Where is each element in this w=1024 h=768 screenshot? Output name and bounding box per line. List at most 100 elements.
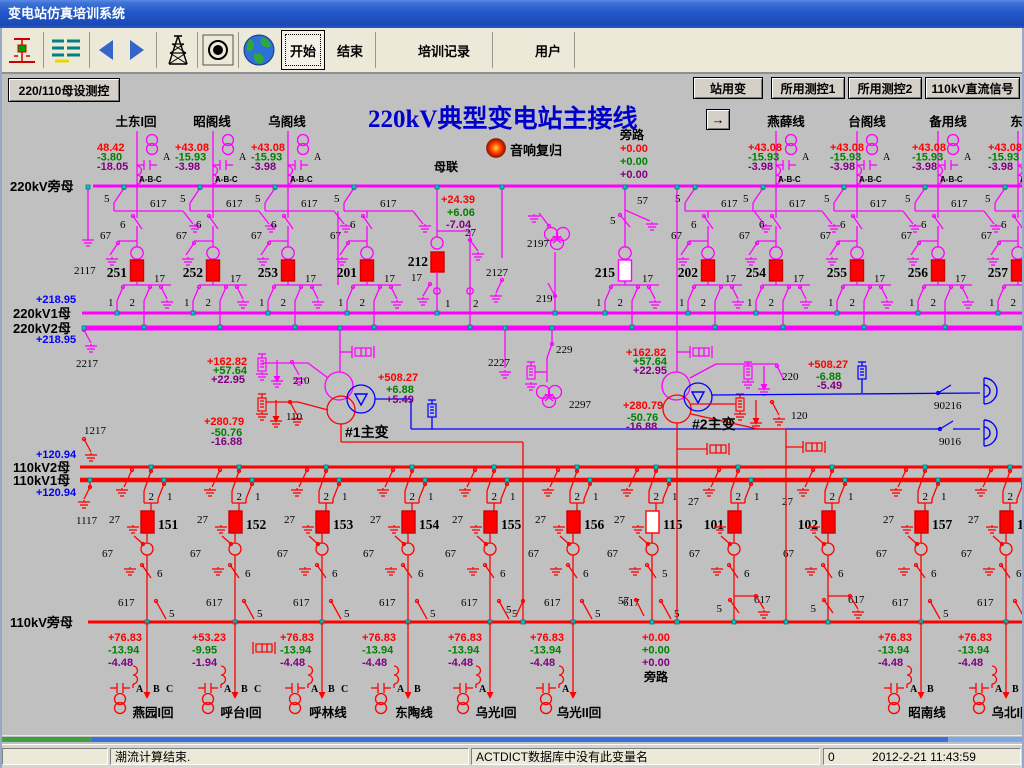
diagram-label: A [314,152,322,163]
dc-signal-button[interactable]: 110kV直流信号 [925,77,1020,99]
junction-dot [345,311,349,315]
junction-dot [916,311,920,315]
bay-name: 燕园I回 [133,705,174,720]
breaker-157[interactable] [915,511,928,533]
breaker-number: 152 [246,517,267,532]
junction-dot [675,185,679,189]
breaker-212[interactable] [431,252,444,272]
breaker-254[interactable] [770,260,783,281]
tower-button[interactable] [160,30,196,70]
diagram-area: 土东I回48.42-3.80-18.05AA-B-C56176672511712… [0,72,1024,736]
breaker-152[interactable] [229,511,242,533]
measurement-value: +76.83 [530,632,564,644]
diagram-label: 旁路 [619,127,645,142]
diagram-label: 2 [618,297,624,309]
substation-oneline-svg[interactable]: 土东I回48.42-3.80-18.05AA-B-C56176672511712… [0,72,1024,736]
breaker-102[interactable] [822,511,835,533]
junction-dot [761,185,765,189]
diagram-label: 2227 [488,357,511,369]
diagram-label: 617 [150,198,167,210]
bay-name: 乌光I回 [476,705,517,720]
breaker-101[interactable] [728,511,741,533]
station-transformer-button[interactable]: 站用变 [693,77,763,99]
diagram-label: 210 [293,375,310,387]
diagram-label: 617 [951,198,968,210]
aux-measure1-button[interactable]: 所用测控1 [771,77,845,99]
diagram-label: +22.95 [211,374,245,386]
start-button[interactable]: 开始 [281,30,325,70]
measurement-value: -4.48 [448,657,473,669]
breaker-154[interactable] [402,511,415,533]
globe-button[interactable] [240,30,278,70]
measurement-value: +76.83 [362,632,396,644]
junction-dot [603,311,607,315]
diagram-label: 5 [595,608,601,620]
measurement-value: -3.98 [251,161,276,173]
breaker-202[interactable] [702,260,715,281]
breaker-number: 254 [746,265,767,280]
junction-dot [923,185,927,189]
diagram-label: 617 [892,597,909,609]
diagram-label: 5 [180,193,186,205]
breaker-252[interactable] [207,260,220,281]
junction-dot [273,185,277,189]
breaker-256[interactable] [932,260,945,281]
forward-button[interactable] [122,30,152,70]
breaker-number: 157 [932,517,953,532]
junction-dot [198,185,202,189]
measurement-value: -18.05 [97,161,128,173]
sound-reset-ball[interactable] [487,139,506,158]
diagram-label: 17 [411,272,423,284]
diagram-label: 2 [149,491,155,503]
breaker-155[interactable] [484,511,497,533]
breaker-153[interactable] [316,511,329,533]
nav-arrow-button[interactable]: → [706,109,730,130]
measurement-value: -4.48 [958,657,983,669]
breaker-201[interactable] [361,260,374,281]
toolbar-separator [89,32,90,68]
breaker-251[interactable] [131,260,144,281]
diagram-label: -5.49 [817,380,842,392]
toolbar-separator [43,32,44,68]
diagram-label: +218.95 [36,294,76,306]
aux-measure2-button[interactable]: 所用测控2 [848,77,922,99]
diagram-label: 2117 [74,265,96,277]
diagram-label: 67 [251,230,263,242]
breaker-215[interactable] [619,260,632,281]
junction-dot [736,465,740,469]
breaker-number: 151 [158,517,179,532]
breaker-253[interactable] [282,260,295,281]
breaker-156[interactable] [567,511,580,533]
breaker-number: 255 [827,265,848,280]
end-button[interactable]: 结束 [327,30,373,70]
back-button[interactable] [91,30,121,70]
training-records-button[interactable]: 培训记录 [398,30,490,70]
breaker-158[interactable] [1000,511,1013,533]
bus-measure-button[interactable]: 220/110母设测控 [8,78,120,102]
diagram-label: 6 [840,219,846,231]
breaker-115[interactable] [646,511,659,533]
status-panel-empty [2,748,108,765]
diagram-label: +24.39 [441,194,475,206]
window-left-edge [0,28,2,768]
diagram-label: +280.79 [623,400,663,412]
user-button[interactable]: 用户 [524,30,572,70]
diagram-label: 617 [870,198,887,210]
diagram-label: 220kV1母 [13,306,71,321]
breaker-255[interactable] [851,260,864,281]
junction-dot [588,478,592,482]
diagram-label: 27 [535,514,547,526]
diagram-label: +120.94 [36,487,77,499]
phase-label: A [224,684,232,695]
oneline-diagram-button[interactable] [2,30,42,70]
measurement-value: -1.94 [192,657,218,669]
report-list-button[interactable] [45,30,87,70]
measurement-value: +76.83 [958,632,992,644]
record-button[interactable] [200,30,236,70]
diagram-label: 17 [955,273,967,285]
breaker-151[interactable] [141,511,154,533]
junction-dot [842,185,846,189]
diagram-label: 5 [811,603,817,615]
toolbar-separator [492,32,493,68]
toolbar: 开始 结束 培训记录 用户 [0,28,1024,73]
